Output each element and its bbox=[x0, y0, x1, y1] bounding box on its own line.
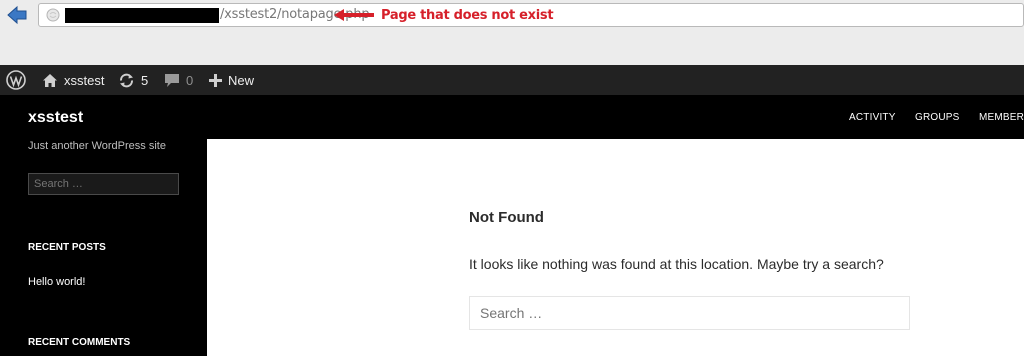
wordpress-logo-icon bbox=[6, 70, 26, 90]
site-sidebar: xsstest Just another WordPress site RECE… bbox=[0, 95, 207, 356]
comments-menu[interactable]: 0 bbox=[164, 65, 193, 95]
site-title[interactable]: xsstest bbox=[28, 109, 83, 127]
updates-refresh-icon bbox=[120, 73, 133, 87]
site-description: Just another WordPress site bbox=[28, 140, 166, 152]
annotation-label: Page that does not exist bbox=[381, 8, 554, 23]
comment-bubble-icon bbox=[165, 73, 179, 87]
sidebar-search-input[interactable] bbox=[28, 173, 179, 195]
home-icon bbox=[43, 73, 57, 87]
nav-item-activity[interactable]: ACTIVITY bbox=[849, 112, 896, 123]
site-name-menu[interactable]: xsstest bbox=[42, 65, 104, 95]
main-content: Not Found It looks like nothing was foun… bbox=[207, 139, 1024, 356]
primary-navigation: ACTIVITY GROUPS MEMBERS bbox=[207, 95, 1024, 139]
browser-toolbar: /xsstest2/notapage.php Page that does no… bbox=[0, 0, 1024, 66]
adminbar-site-name: xsstest bbox=[64, 72, 105, 88]
redacted-host bbox=[65, 8, 219, 23]
updates-count: 5 bbox=[141, 72, 149, 88]
annotation-arrow-icon bbox=[334, 9, 374, 21]
wordpress-menu[interactable] bbox=[6, 65, 26, 95]
new-label: New bbox=[228, 72, 255, 88]
main-search-input[interactable] bbox=[469, 296, 910, 330]
updates-menu[interactable]: 5 bbox=[118, 65, 148, 95]
nav-item-groups[interactable]: GROUPS bbox=[915, 112, 960, 123]
new-content-menu[interactable]: New bbox=[209, 65, 254, 95]
page-title: Not Found bbox=[469, 209, 544, 226]
back-button[interactable] bbox=[6, 5, 28, 25]
not-found-message: It looks like nothing was found at this … bbox=[469, 256, 884, 272]
recent-comments-heading: RECENT COMMENTS bbox=[28, 337, 131, 348]
recent-posts-heading: RECENT POSTS bbox=[28, 242, 106, 253]
back-arrow-icon bbox=[7, 5, 27, 25]
plus-icon bbox=[209, 73, 222, 87]
nav-item-members[interactable]: MEMBERS bbox=[979, 112, 1024, 123]
wp-admin-bar: xsstest 5 0 New bbox=[0, 65, 1024, 95]
comments-count: 0 bbox=[186, 72, 194, 88]
page-globe-icon bbox=[46, 8, 60, 22]
recent-post-link[interactable]: Hello world! bbox=[28, 276, 85, 288]
